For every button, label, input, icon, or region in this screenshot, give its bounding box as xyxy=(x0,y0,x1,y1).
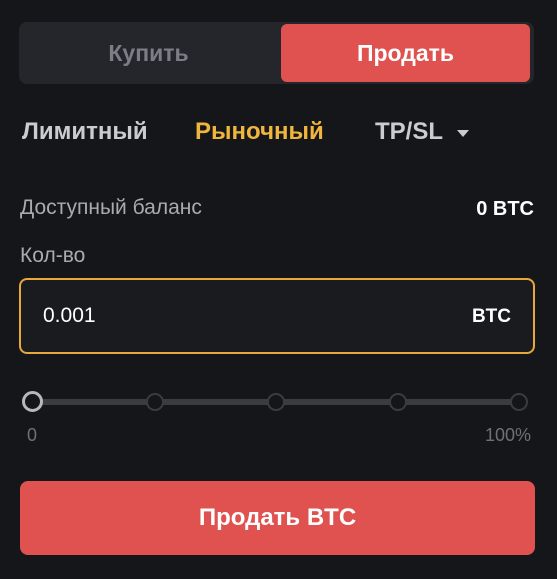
slider-handle[interactable] xyxy=(22,391,43,412)
buy-sell-toggle: Купить Продать xyxy=(19,22,534,84)
amount-slider[interactable] xyxy=(22,391,528,412)
tab-limit[interactable]: Лимитный xyxy=(22,118,148,146)
caret-down-icon xyxy=(457,129,470,137)
slider-step-50[interactable] xyxy=(267,393,285,411)
slider-min-label: 0 xyxy=(27,425,38,445)
tab-tpsl-label: TP/SL xyxy=(375,118,444,145)
slider-max-label: 100% xyxy=(484,425,531,445)
slider-step-100[interactable] xyxy=(510,393,528,411)
trade-panel: Купить Продать Лимитный Рыночный TP/SL Д… xyxy=(0,0,557,579)
tab-market[interactable]: Рыночный xyxy=(195,118,324,146)
sell-tab-button[interactable]: Продать xyxy=(281,24,530,82)
tab-tpsl-dropdown[interactable]: TP/SL xyxy=(375,118,470,146)
buy-tab-button[interactable]: Купить xyxy=(19,24,278,82)
slider-step-25[interactable] xyxy=(145,393,164,411)
quantity-label: Кол-во xyxy=(20,244,86,267)
sell-submit-button[interactable]: Продать BTC xyxy=(20,481,535,555)
available-balance-value: 0 BTC xyxy=(476,198,534,220)
available-balance-label: Доступный баланс xyxy=(20,196,202,219)
slider-step-75[interactable] xyxy=(388,393,407,411)
quantity-field: BTC xyxy=(19,278,535,354)
quantity-unit: BTC xyxy=(471,306,511,327)
order-type-tabs: Лимитный Рыночный TP/SL xyxy=(22,114,542,154)
quantity-input[interactable] xyxy=(43,280,423,352)
